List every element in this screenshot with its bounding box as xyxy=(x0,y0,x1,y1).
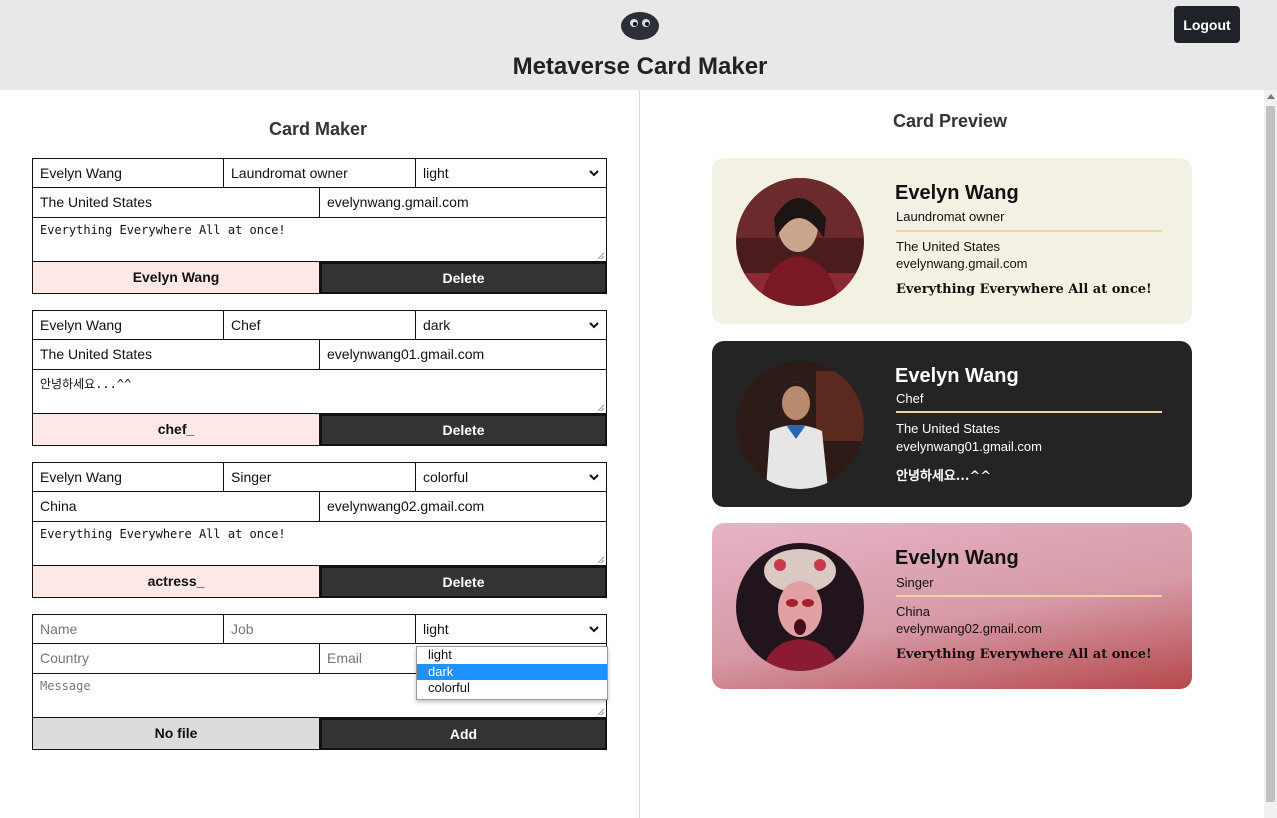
card-message: 안녕하세요...^^ xyxy=(896,469,992,484)
card-name: Evelyn Wang xyxy=(895,547,1019,569)
message-textarea[interactable]: Everything Everywhere All at once! xyxy=(32,522,607,566)
card-message: Everything Everywhere All at once! xyxy=(896,647,1152,662)
card-form: Evelyn Wang Chef dark The United States … xyxy=(32,310,607,446)
card-job: Singer xyxy=(896,575,934,590)
card-name: Evelyn Wang xyxy=(895,182,1019,204)
logo-icon xyxy=(621,12,659,40)
email-input[interactable]: evelynwang01.gmail.com xyxy=(320,340,607,370)
name-input[interactable]: Evelyn Wang xyxy=(32,158,224,188)
scrollbar-thumb[interactable] xyxy=(1266,106,1275,802)
card-name: Evelyn Wang xyxy=(895,365,1019,387)
theme-select-value: light xyxy=(423,621,449,637)
file-upload-button[interactable]: actress_ xyxy=(32,566,320,598)
resize-handle-icon[interactable] xyxy=(597,404,605,412)
card-divider xyxy=(896,230,1162,232)
resize-handle-icon[interactable] xyxy=(597,708,605,716)
card-email: evelynwang01.gmail.com xyxy=(896,439,1042,454)
app-title: Metaverse Card Maker xyxy=(512,53,768,80)
card-form: Evelyn Wang Laundromat owner light The U… xyxy=(32,158,607,294)
delete-button[interactable]: Delete xyxy=(320,566,607,598)
card-form: Evelyn Wang Singer colorful China evelyn… xyxy=(32,462,607,598)
card-preview-title: Card Preview xyxy=(893,111,1008,131)
card-maker-title: Card Maker xyxy=(269,119,368,139)
theme-select-value: light xyxy=(423,165,449,181)
country-input[interactable]: China xyxy=(32,492,320,522)
preview-card[interactable]: Evelyn Wang Singer China evelynwang02.gm… xyxy=(712,523,1192,689)
job-input[interactable]: Laundromat owner xyxy=(224,158,416,188)
delete-button[interactable]: Delete xyxy=(320,414,607,446)
chevron-down-icon xyxy=(589,474,599,481)
resize-handle-icon[interactable] xyxy=(597,252,605,260)
name-input[interactable]: Evelyn Wang xyxy=(32,462,224,492)
email-input[interactable]: evelynwang02.gmail.com xyxy=(320,492,607,522)
theme-select[interactable]: light xyxy=(416,158,607,188)
card-job: Chef xyxy=(896,391,924,406)
theme-option-dark[interactable]: dark xyxy=(417,663,607,680)
file-upload-button[interactable]: Evelyn Wang xyxy=(32,262,320,294)
theme-option-colorful[interactable]: colorful xyxy=(417,680,607,697)
name-input[interactable]: Name xyxy=(32,614,224,644)
delete-button[interactable]: Delete xyxy=(320,262,607,294)
message-textarea[interactable]: Everything Everywhere All at once! xyxy=(32,218,607,262)
card-divider xyxy=(896,595,1162,597)
avatar xyxy=(736,178,864,306)
card-country: China xyxy=(896,604,930,619)
preview-card[interactable]: Evelyn Wang Chef The United States evely… xyxy=(712,341,1192,507)
avatar-photo-icon xyxy=(736,178,864,306)
country-input[interactable]: Country xyxy=(32,644,320,674)
card-divider xyxy=(896,411,1162,413)
card-email: evelynwang.gmail.com xyxy=(896,256,1028,271)
page-scrollbar[interactable] xyxy=(1264,90,1277,818)
theme-select[interactable]: colorful xyxy=(416,462,607,492)
preview-card[interactable]: Evelyn Wang Laundromat owner The United … xyxy=(712,158,1192,324)
logout-button[interactable]: Logout xyxy=(1174,6,1240,43)
message-text: 안녕하세요...^^ xyxy=(40,377,132,391)
job-input[interactable]: Singer xyxy=(224,462,416,492)
file-upload-button[interactable]: No file xyxy=(32,718,320,750)
email-input[interactable]: evelynwang.gmail.com xyxy=(320,188,607,218)
chevron-down-icon xyxy=(589,626,599,633)
theme-select[interactable]: dark xyxy=(416,310,607,340)
avatar-photo-icon xyxy=(736,543,864,671)
message-text: Everything Everywhere All at once! xyxy=(40,223,286,237)
card-country: The United States xyxy=(896,421,1001,436)
theme-option-light[interactable]: light xyxy=(417,647,607,664)
card-email: evelynwang02.gmail.com xyxy=(896,621,1042,636)
chevron-down-icon xyxy=(589,322,599,329)
chevron-down-icon xyxy=(589,170,599,177)
job-input[interactable]: Chef xyxy=(224,310,416,340)
avatar xyxy=(736,543,864,671)
scroll-up-arrow-icon[interactable] xyxy=(1267,94,1275,99)
avatar xyxy=(736,361,864,489)
theme-dropdown-list: light dark colorful xyxy=(416,646,608,700)
card-job: Laundromat owner xyxy=(896,209,1005,224)
theme-select[interactable]: light xyxy=(416,614,607,644)
file-upload-button[interactable]: chef_ xyxy=(32,414,320,446)
app-header: Metaverse Card Maker Logout xyxy=(0,0,1277,90)
name-input[interactable]: Evelyn Wang xyxy=(32,310,224,340)
country-input[interactable]: The United States xyxy=(32,340,320,370)
card-country: The United States xyxy=(896,239,1001,254)
avatar-photo-icon xyxy=(736,361,864,489)
card-message: Everything Everywhere All at once! xyxy=(896,282,1152,297)
add-button[interactable]: Add xyxy=(320,718,607,750)
job-input[interactable]: Job xyxy=(224,614,416,644)
theme-select-value: colorful xyxy=(423,469,469,485)
theme-select-value: dark xyxy=(423,317,451,333)
message-placeholder: Message xyxy=(40,679,91,693)
message-textarea[interactable]: 안녕하세요...^^ xyxy=(32,370,607,414)
resize-handle-icon[interactable] xyxy=(597,556,605,564)
message-text: Everything Everywhere All at once! xyxy=(40,527,286,541)
country-input[interactable]: The United States xyxy=(32,188,320,218)
